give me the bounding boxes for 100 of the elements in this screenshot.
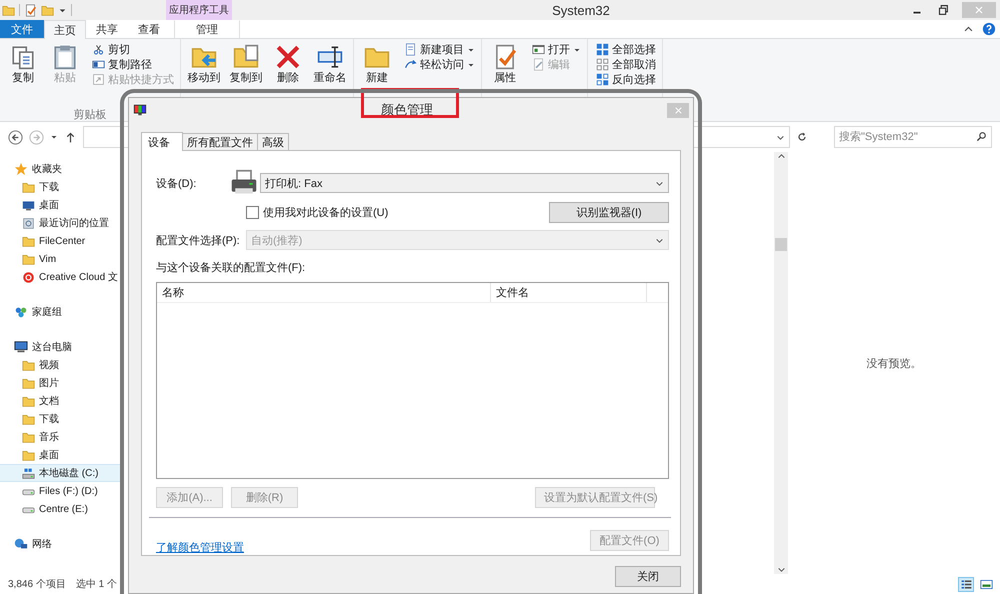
nav-item[interactable]: 收藏夹 bbox=[0, 160, 120, 178]
ribbon-button[interactable]: 全部选择 bbox=[596, 42, 658, 57]
identify-button[interactable]: 识别监视器(I) bbox=[549, 202, 669, 223]
scroll-thumb[interactable] bbox=[775, 238, 787, 251]
invert-grid-icon bbox=[596, 73, 609, 86]
ribbon-button[interactable]: 移动到 bbox=[185, 42, 223, 121]
arrow-icon bbox=[404, 58, 417, 71]
item-count: 3,846 个项目 bbox=[8, 578, 66, 591]
cloud-app-icon bbox=[22, 270, 35, 284]
shortcut-icon bbox=[92, 73, 105, 86]
recent-places-icon bbox=[22, 216, 35, 230]
ribbon-button[interactable]: 复制路径 bbox=[92, 57, 176, 72]
close-icon bbox=[973, 4, 985, 16]
clipboard-icon bbox=[52, 44, 78, 70]
ribbon-button[interactable]: 复制到 bbox=[227, 42, 265, 121]
nav-item[interactable]: Files (F:) (D:) bbox=[0, 482, 120, 500]
column-header[interactable]: 名称 bbox=[157, 283, 491, 302]
checkbox-label: 使用我对此设备的设置(U) bbox=[263, 206, 388, 220]
nav-item[interactable]: 文档 bbox=[0, 392, 120, 410]
field-label: 配置文件选择(P): bbox=[156, 234, 241, 248]
folder-icon bbox=[22, 448, 35, 462]
window-icon bbox=[532, 43, 545, 56]
nav-item[interactable]: FileCenter bbox=[0, 232, 120, 250]
folder-icon bbox=[22, 394, 35, 408]
tab[interactable]: 高级 bbox=[257, 133, 289, 150]
file-menu-tab[interactable]: 文件 bbox=[0, 20, 44, 38]
up-icon[interactable] bbox=[64, 130, 77, 144]
search-icon bbox=[976, 131, 987, 142]
nav-item[interactable]: 下载 bbox=[0, 410, 120, 428]
view-button[interactable] bbox=[958, 576, 974, 592]
ribbon-tab[interactable]: 管理 bbox=[174, 20, 240, 38]
nav-item[interactable]: Vim bbox=[0, 250, 120, 268]
window-title: System32 bbox=[551, 2, 611, 18]
rename-icon bbox=[317, 44, 343, 70]
copy-path-icon bbox=[92, 58, 105, 71]
nav-item[interactable]: Creative Cloud 文 bbox=[0, 268, 120, 286]
context-tab-group-label: 应用程序工具 bbox=[166, 0, 232, 20]
checkbox[interactable] bbox=[246, 206, 259, 219]
computer-icon bbox=[14, 340, 28, 354]
nav-item[interactable]: 桌面 bbox=[0, 196, 120, 214]
ribbon-tab[interactable]: 共享 bbox=[86, 20, 128, 38]
ribbon-button[interactable]: 重命名 bbox=[311, 42, 349, 121]
monitor-icon bbox=[133, 103, 147, 117]
nav-item[interactable]: Centre (E:) bbox=[0, 500, 120, 518]
nav-item[interactable]: 下载 bbox=[0, 178, 120, 196]
grid-icon bbox=[596, 43, 609, 56]
properties-icon[interactable] bbox=[24, 4, 37, 16]
ribbon-button[interactable]: 轻松访问 bbox=[404, 57, 477, 72]
tab[interactable]: 设备 bbox=[141, 132, 183, 151]
scrollbar[interactable] bbox=[774, 152, 788, 574]
nav-item[interactable]: 最近访问的位置 bbox=[0, 214, 120, 232]
device-dropdown[interactable]: 打印机: Fax bbox=[260, 173, 669, 193]
folder-icon bbox=[22, 252, 35, 266]
nav-item[interactable]: 视频 bbox=[0, 356, 120, 374]
column-header[interactable]: 文件名 bbox=[491, 283, 647, 302]
ribbon-button[interactable]: 新建项目 bbox=[404, 42, 477, 57]
ribbon-button[interactable]: 全部取消 bbox=[596, 57, 658, 72]
group-label: 剪贴板 bbox=[74, 108, 106, 121]
ribbon-button[interactable]: 剪切 bbox=[92, 42, 176, 57]
caret-icon[interactable] bbox=[50, 133, 58, 141]
scissors-icon bbox=[92, 43, 105, 56]
folder-icon bbox=[22, 376, 35, 390]
folder-icon bbox=[22, 180, 35, 194]
close-dialog-button[interactable]: 关闭 bbox=[615, 566, 681, 587]
edit-icon bbox=[532, 58, 545, 71]
nav-item[interactable]: 网络 bbox=[0, 535, 120, 553]
ribbon-button[interactable]: 属性 bbox=[486, 42, 524, 121]
tab[interactable]: 所有配置文件 bbox=[182, 133, 258, 150]
folder-icon bbox=[22, 412, 35, 426]
nav-item[interactable]: 音乐 bbox=[0, 428, 120, 446]
ribbon-button[interactable]: 复制 bbox=[4, 42, 42, 107]
refresh-icon[interactable] bbox=[796, 131, 808, 143]
help-link[interactable]: 了解颜色管理设置 bbox=[156, 540, 244, 555]
close-icon bbox=[672, 104, 684, 116]
folder-icon bbox=[22, 430, 35, 444]
copy-icon bbox=[10, 44, 36, 70]
restore-icon[interactable] bbox=[936, 3, 950, 17]
nav-item[interactable]: 家庭组 bbox=[0, 303, 120, 321]
folder-icon bbox=[22, 234, 35, 248]
field-label: 与这个设备关联的配置文件(F): bbox=[156, 260, 306, 275]
ribbon-button[interactable]: 反向选择 bbox=[596, 72, 658, 87]
search-field[interactable]: 搜索"System32" bbox=[834, 126, 992, 148]
homegroup-icon bbox=[14, 305, 28, 319]
ribbon-button[interactable]: 删除 bbox=[269, 42, 307, 121]
delete-icon bbox=[275, 44, 301, 70]
back-icon[interactable] bbox=[8, 130, 23, 144]
picture-view-icon bbox=[980, 578, 992, 590]
preview-message: 没有预览。 bbox=[866, 356, 922, 370]
help-icon[interactable] bbox=[982, 22, 996, 36]
field-label: 设备(D): bbox=[156, 176, 198, 190]
nav-item[interactable]: 这台电脑 bbox=[0, 338, 120, 356]
network-icon bbox=[14, 537, 28, 551]
drive-icon bbox=[22, 466, 35, 480]
nav-item[interactable]: 图片 bbox=[0, 374, 120, 392]
ribbon-tab[interactable]: 主页 bbox=[44, 20, 86, 39]
nav-item[interactable]: 桌面 bbox=[0, 446, 120, 464]
ribbon-tab[interactable]: 查看 bbox=[128, 20, 170, 38]
details-view-icon bbox=[960, 578, 972, 590]
ribbon-button[interactable]: 打开 bbox=[532, 42, 583, 57]
nav-item[interactable]: 本地磁盘 (C:) bbox=[0, 464, 120, 482]
